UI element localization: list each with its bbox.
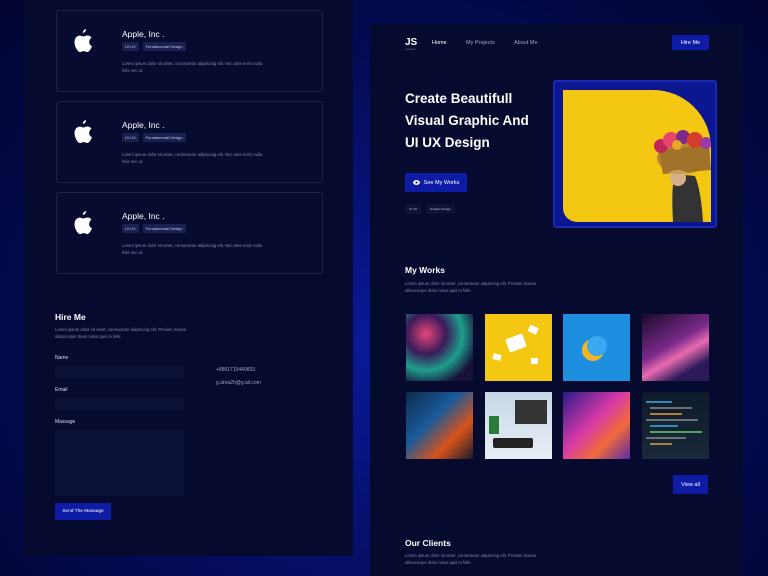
experience-card: Apple, Inc . UI UX Fundamental Design Lo… [56,192,323,274]
clients-section-title: Our Clients [405,538,451,548]
tag: Fundamental Design [142,42,186,51]
tag-list: UI UX Fundamental Design [122,133,186,142]
apple-logo-icon [74,120,92,144]
experience-card: Apple, Inc . UI UX Fundamental Design Lo… [56,101,323,183]
company-name: Apple, Inc . [122,29,165,39]
left-panel: Apple, Inc . UI UX Fundamental Design Lo… [24,0,353,556]
hero-image [563,90,711,222]
experience-card: Apple, Inc . UI UX Fundamental Design Lo… [56,10,323,92]
work-thumbnail[interactable] [485,392,552,459]
tag: Graphic Design [426,204,455,214]
contact-email[interactable]: g.ahra2h@g.ail.com [216,380,261,386]
work-thumbnail[interactable] [563,314,630,381]
work-thumbnail[interactable] [642,314,709,381]
site-logo-subtitle: DESIGNER [405,49,416,51]
company-name: Apple, Inc . [122,211,165,221]
message-label: Massage [55,419,76,425]
eye-icon [412,180,420,185]
tag-list: UI UX Fundamental Design [122,224,186,233]
work-thumbnail[interactable] [406,314,473,381]
site-logo[interactable]: JS [405,37,417,48]
email-field[interactable] [55,398,184,410]
see-my-works-button[interactable]: See My Works [405,173,467,192]
tag: UI UX [122,42,139,51]
tag: Fundamental Design [142,133,186,142]
nav-about-me[interactable]: About Me [514,40,538,46]
contact-phone: +8801715449833 [216,367,256,373]
tag: UI UX [405,204,422,214]
company-description: Lorem ipsum dolor sit amet, consectetur … [122,152,263,164]
works-section-description: Lorem ipsum dolor sit amet, consectetur … [405,281,537,293]
name-field[interactable] [55,366,184,378]
company-name: Apple, Inc . [122,120,165,130]
work-thumbnail[interactable] [485,314,552,381]
work-thumbnail[interactable] [406,392,473,459]
name-label: Name [55,355,69,361]
works-section-title: My Works [405,265,445,275]
email-label: Email [55,387,68,393]
apple-logo-icon [74,211,92,235]
hire-section-description: Lorem ipsum dolor sit amet, consectetur … [55,327,187,339]
send-message-button[interactable]: Send The Massage [55,503,111,520]
message-field[interactable] [55,430,184,496]
hero-tag-list: UI UX Graphic Design [405,204,455,214]
hire-me-button[interactable]: Hire Me [672,35,709,50]
hero-image-frame [553,80,717,228]
apple-logo-icon [74,29,92,53]
work-thumbnail[interactable] [563,392,630,459]
tag: UI UX [122,133,139,142]
nav-home[interactable]: Home [432,40,447,46]
right-panel: JS DESIGNER Home My Projects About Me Hi… [370,24,743,576]
company-description: Lorem ipsum dolor sit amet, consectetur … [122,61,263,73]
hero-title: Create Beautifull Visual Graphic And UI … [405,91,529,150]
tag: UI UX [122,224,139,233]
company-description: Lorem ipsum dolor sit amet, consectetur … [122,243,263,255]
tag-list: UI UX Fundamental Design [122,42,186,51]
hire-section-title: Hire Me [55,312,86,322]
tag: Fundamental Design [142,224,186,233]
nav-my-projects[interactable]: My Projects [466,40,495,46]
view-all-button[interactable]: View all [673,475,708,494]
clients-section-description: Lorem ipsum dolor sit amet, consectetur … [405,553,537,565]
see-my-works-label: See My Works [423,179,460,186]
work-thumbnail[interactable] [642,392,709,459]
